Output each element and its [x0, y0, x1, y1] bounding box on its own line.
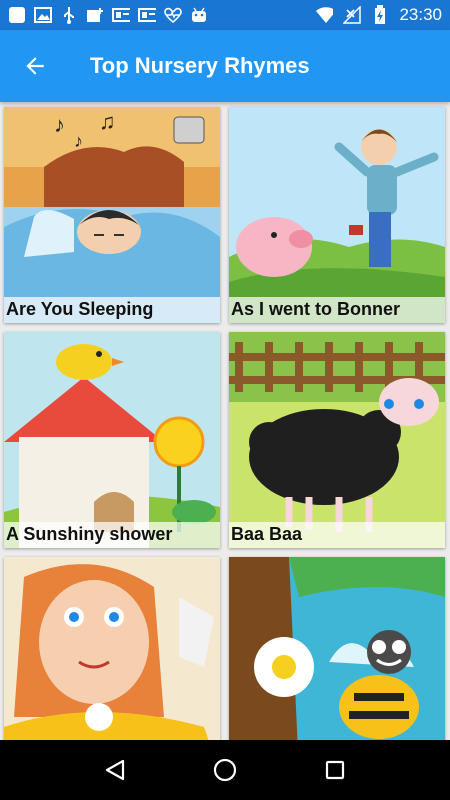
add-photo-icon: [86, 7, 104, 23]
rhyme-title: Baa Baa: [229, 522, 445, 548]
heart-monitor-icon: [164, 7, 182, 23]
back-triangle-icon: [105, 759, 125, 781]
no-signal-icon: [343, 6, 362, 24]
rhyme-title: A Sunshiny shower: [4, 522, 220, 548]
rhyme-card-6[interactable]: [229, 557, 445, 740]
recents-square-icon: [325, 760, 345, 780]
system-icons: 23:30: [315, 5, 442, 25]
rhyme-grid: ♪ ♫ ♪ Are You Sleeping As I went to Bonn…: [0, 102, 450, 740]
nav-recents-button[interactable]: [315, 750, 355, 790]
arrow-left-icon: [26, 57, 44, 75]
svg-text:♫: ♫: [99, 109, 116, 134]
system-nav-bar: [0, 740, 450, 800]
rhyme-title: As I went to Bonner: [229, 297, 445, 323]
nav-home-button[interactable]: [205, 750, 245, 790]
sim-icon: [112, 7, 130, 23]
pig-and-boy-thumbnail: [229, 107, 445, 323]
notification-icons: [8, 7, 208, 24]
back-button[interactable]: [0, 30, 70, 102]
image-icon: [34, 7, 52, 23]
rhyme-card-5[interactable]: [4, 557, 220, 740]
page-title: Top Nursery Rhymes: [90, 53, 310, 78]
girl-thumbnail: [4, 557, 220, 740]
black-sheep-thumbnail: [229, 332, 445, 548]
bee-thumbnail: [229, 557, 445, 740]
usb-icon: [60, 7, 78, 24]
svg-text:♪: ♪: [74, 131, 83, 151]
nav-back-button[interactable]: [95, 750, 135, 790]
app-bar: Top Nursery Rhymes: [0, 30, 450, 102]
svg-text:♪: ♪: [54, 112, 65, 137]
rhyme-title: Are You Sleeping: [4, 297, 220, 323]
rhyme-card-as-i-went-to-bonner[interactable]: As I went to Bonner: [229, 107, 445, 323]
rhyme-card-baa-baa[interactable]: Baa Baa: [229, 332, 445, 548]
rhyme-card-a-sunshiny-shower[interactable]: A Sunshiny shower: [4, 332, 220, 548]
home-circle-icon: [213, 758, 237, 782]
wifi-icon: [315, 7, 334, 23]
app-square-icon: [8, 7, 26, 23]
status-bar: 23:30: [0, 0, 450, 30]
battery-charging-icon: [371, 5, 389, 24]
clock: 23:30: [399, 5, 442, 24]
birdhouse-thumbnail: [4, 332, 220, 548]
sleeping-boy-thumbnail: ♪ ♫ ♪: [4, 107, 220, 323]
sim-icon: [138, 7, 156, 23]
android-icon: [190, 7, 208, 23]
rhyme-card-are-you-sleeping[interactable]: ♪ ♫ ♪ Are You Sleeping: [4, 107, 220, 323]
